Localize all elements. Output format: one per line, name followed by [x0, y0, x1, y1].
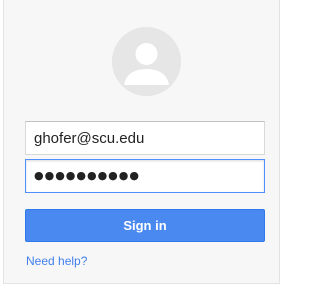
- signin-card: ●●●●●●●●●● Sign in Need help?: [3, 0, 280, 284]
- default-user-avatar-icon: [112, 27, 181, 96]
- email-field[interactable]: [25, 121, 265, 155]
- password-field[interactable]: ●●●●●●●●●●: [25, 159, 265, 193]
- need-help-link[interactable]: Need help?: [26, 254, 87, 268]
- sign-in-button[interactable]: Sign in: [25, 209, 265, 242]
- avatar: [112, 27, 181, 96]
